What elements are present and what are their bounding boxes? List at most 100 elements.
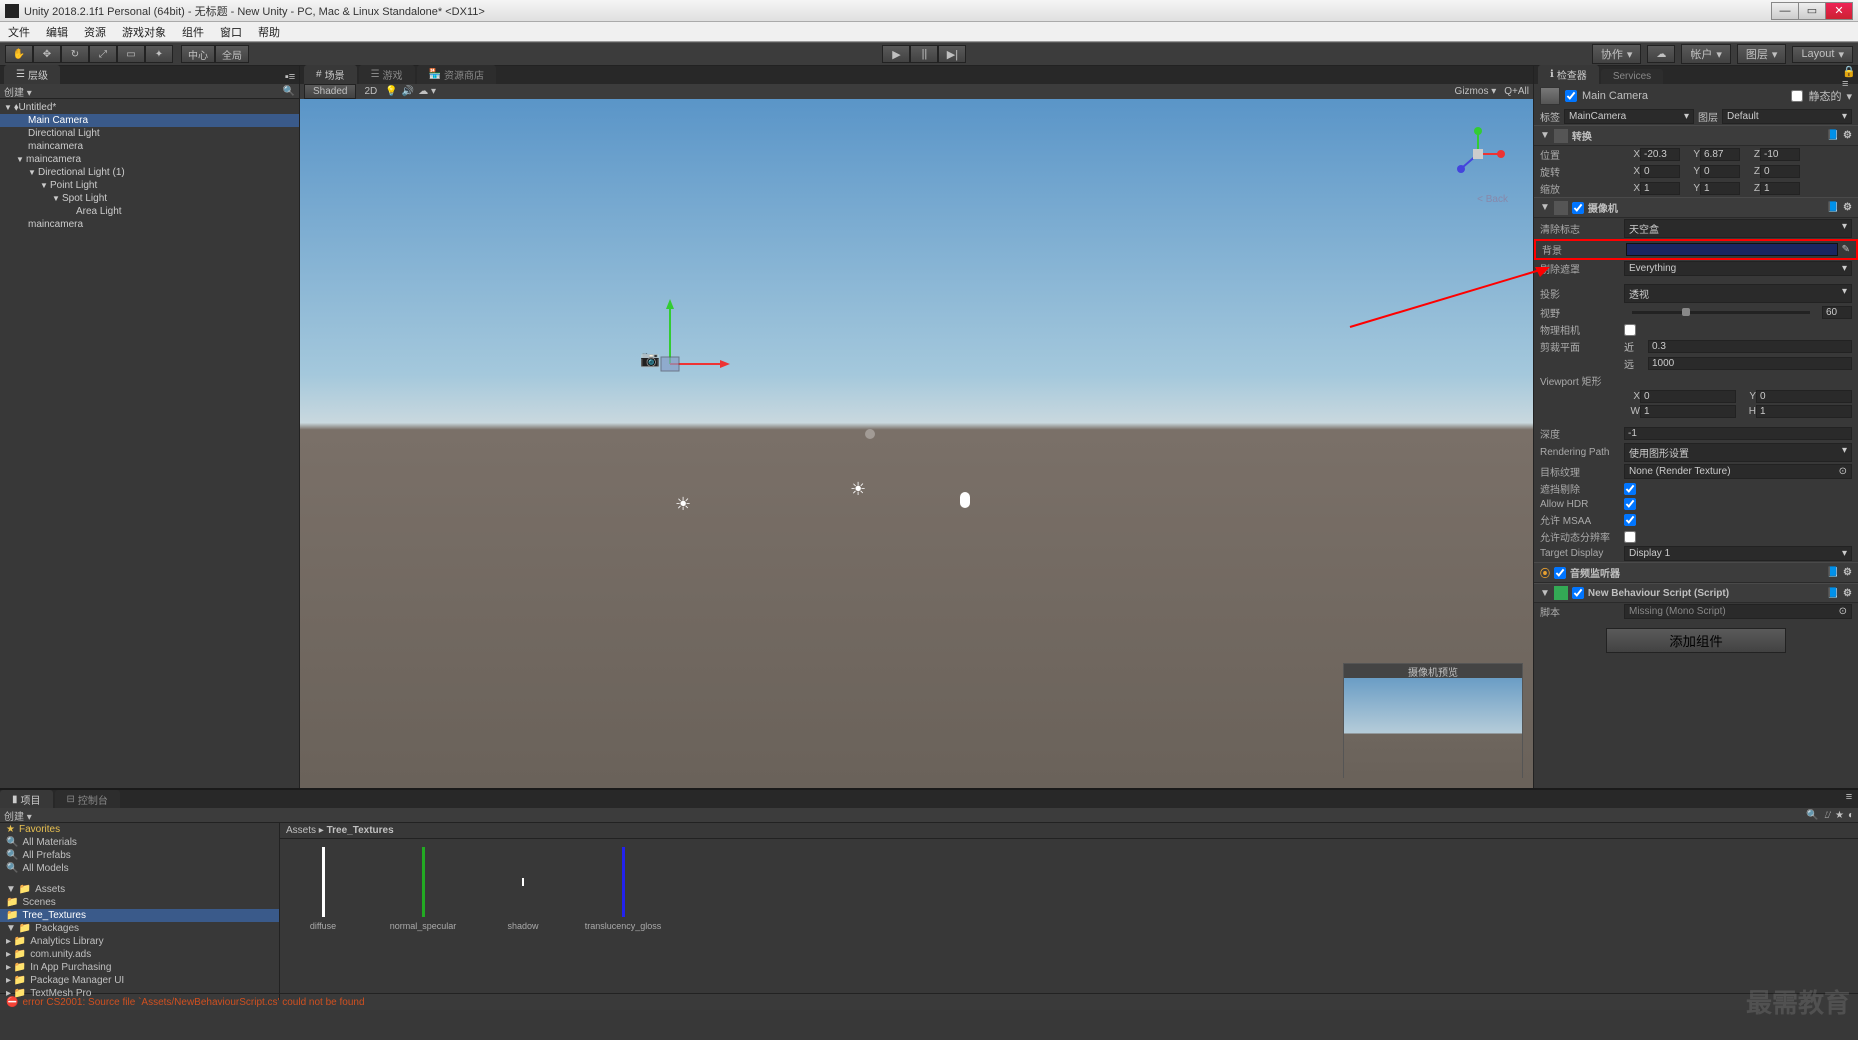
gear-icon[interactable]: ⚙ xyxy=(1843,130,1852,141)
filter-icon[interactable]: ⌰ xyxy=(1824,810,1831,821)
background-color-field[interactable] xyxy=(1626,243,1838,256)
help-icon[interactable]: 📘 xyxy=(1827,130,1839,141)
pos-x-input[interactable] xyxy=(1640,148,1680,161)
lock-icon[interactable]: 🔒≡ xyxy=(1842,70,1856,84)
layer-dropdown[interactable]: Default▾ xyxy=(1722,109,1852,124)
far-clip-input[interactable] xyxy=(1648,357,1852,370)
pause-button[interactable]: || xyxy=(910,45,938,63)
script-field[interactable]: Missing (Mono Script)⊙ xyxy=(1624,604,1852,619)
script-enabled-checkbox[interactable] xyxy=(1572,587,1584,599)
scale-x-input[interactable] xyxy=(1640,182,1680,195)
create-dropdown[interactable]: 创建 ▾ xyxy=(4,84,32,99)
menu-gameobject[interactable]: 游戏对象 xyxy=(114,24,174,40)
folder-item[interactable]: ▸ 📁 Analytics Library xyxy=(0,935,279,948)
create-dropdown[interactable]: 创建 ▾ xyxy=(4,808,32,823)
eyedropper-icon[interactable]: ✎ xyxy=(1842,244,1850,255)
script-component-header[interactable]: ▼ New Behaviour Script (Script) 📘⚙ xyxy=(1534,583,1858,603)
audio-toggle-icon[interactable]: 🔊 xyxy=(402,86,414,97)
favorite-icon[interactable]: ★ xyxy=(1835,810,1844,821)
pivot-toggle[interactable]: 中心 xyxy=(181,45,215,63)
occlusion-checkbox[interactable] xyxy=(1624,483,1636,495)
transform-component-header[interactable]: ▼ 转换 📘⚙ xyxy=(1534,125,1858,146)
rendering-path-dropdown[interactable]: 使用图形设置▾ xyxy=(1624,443,1852,462)
favorites-header[interactable]: ★ Favorites xyxy=(0,823,279,836)
rect-tool-button[interactable]: ▭ xyxy=(117,45,145,63)
step-button[interactable]: ▶| xyxy=(938,45,966,63)
panel-menu-icon[interactable]: ▪≡ xyxy=(283,70,297,84)
rot-z-input[interactable] xyxy=(1760,165,1800,178)
viewport-w-input[interactable] xyxy=(1640,405,1736,418)
scene-root[interactable]: ▼⬧ Untitled* xyxy=(0,101,299,114)
space-toggle[interactable]: 全局 xyxy=(215,45,249,63)
scene-viewport[interactable]: 📷 ☀ ☀ < Back 摄像机预览 xyxy=(300,99,1533,788)
error-message[interactable]: error CS2001: Source file `Assets/NewBeh… xyxy=(22,997,364,1008)
help-icon[interactable]: 📘 xyxy=(1827,567,1839,578)
favorite-item[interactable]: 🔍 All Materials xyxy=(0,836,279,849)
search-icon[interactable]: 🔍 xyxy=(1806,810,1818,821)
target-texture-field[interactable]: None (Render Texture)⊙ xyxy=(1624,464,1852,479)
menu-file[interactable]: 文件 xyxy=(0,24,38,40)
services-tab[interactable]: Services xyxy=(1601,69,1663,84)
2d-toggle[interactable]: 2D xyxy=(364,86,377,97)
minimize-button[interactable]: — xyxy=(1771,2,1799,20)
folder-item[interactable]: 📁 Tree_Textures xyxy=(0,909,279,922)
tag-dropdown[interactable]: MainCamera▾ xyxy=(1564,109,1694,124)
rotate-tool-button[interactable]: ↻ xyxy=(61,45,89,63)
hierarchy-item[interactable]: maincamera xyxy=(0,218,299,231)
tab-project[interactable]: ▮ 项目 xyxy=(0,790,53,808)
light-toggle-icon[interactable]: 💡 xyxy=(385,86,397,97)
asset-item[interactable]: translucency_gloss xyxy=(588,847,658,931)
breadcrumb[interactable]: Assets ▸ Tree_Textures xyxy=(280,823,1858,839)
viewport-y-input[interactable] xyxy=(1756,390,1852,403)
near-clip-input[interactable] xyxy=(1648,340,1852,353)
fov-slider[interactable] xyxy=(1632,311,1810,314)
favorite-item[interactable]: 🔍 All Models xyxy=(0,862,279,875)
hierarchy-item[interactable]: Area Light xyxy=(0,205,299,218)
maximize-button[interactable]: ▭ xyxy=(1798,2,1826,20)
folder-item[interactable]: 📁 Scenes xyxy=(0,896,279,909)
hierarchy-item[interactable]: maincamera xyxy=(0,140,299,153)
pos-y-input[interactable] xyxy=(1700,148,1740,161)
gameobject-icon[interactable] xyxy=(1540,87,1560,105)
gameobject-name-field[interactable]: Main Camera xyxy=(1582,90,1786,102)
help-icon[interactable]: 📘 xyxy=(1827,202,1839,213)
fx-toggle-icon[interactable]: ☁ ▾ xyxy=(418,86,436,97)
scale-z-input[interactable] xyxy=(1760,182,1800,195)
tab-console[interactable]: ⊟ 控制台 xyxy=(55,790,120,808)
fov-input[interactable] xyxy=(1822,306,1852,319)
transform-tool-button[interactable]: ✦ xyxy=(145,45,173,63)
hierarchy-tab[interactable]: ☰ 层级 xyxy=(4,65,60,84)
projection-dropdown[interactable]: 透视▾ xyxy=(1624,284,1852,303)
shaded-dropdown[interactable]: Shaded xyxy=(304,84,356,99)
pos-z-input[interactable] xyxy=(1760,148,1800,161)
asset-item[interactable]: shadow xyxy=(488,847,558,931)
msaa-checkbox[interactable] xyxy=(1624,514,1636,526)
hierarchy-item[interactable]: ▼Spot Light xyxy=(0,192,299,205)
active-checkbox[interactable] xyxy=(1565,90,1577,102)
clear-flags-dropdown[interactable]: 天空盒▾ xyxy=(1624,219,1852,238)
inspector-tab[interactable]: ℹ 检查器 xyxy=(1538,65,1599,84)
hierarchy-item[interactable]: Main Camera xyxy=(0,114,299,127)
layout-dropdown[interactable]: Layout ▾ xyxy=(1792,46,1853,63)
hierarchy-item[interactable]: ▼maincamera xyxy=(0,153,299,166)
camera-component-header[interactable]: ▼ 摄像机 📘⚙ xyxy=(1534,197,1858,218)
culling-mask-dropdown[interactable]: Everything▾ xyxy=(1624,261,1852,276)
help-icon[interactable]: 📘 xyxy=(1827,588,1839,599)
folder-item[interactable]: ▸ 📁 com.unity.ads xyxy=(0,948,279,961)
folder-item[interactable]: ▸ 📁 In App Purchasing xyxy=(0,961,279,974)
collab-dropdown[interactable]: 协作 ▾ xyxy=(1592,44,1642,64)
play-button[interactable]: ▶ xyxy=(882,45,910,63)
scale-y-input[interactable] xyxy=(1700,182,1740,195)
rot-x-input[interactable] xyxy=(1640,165,1680,178)
add-component-button[interactable]: 添加组件 xyxy=(1606,628,1786,653)
menu-assets[interactable]: 资源 xyxy=(76,24,114,40)
audio-listener-checkbox[interactable] xyxy=(1554,567,1566,579)
back-link[interactable]: < Back xyxy=(1477,194,1508,205)
hand-tool-button[interactable]: ✋ xyxy=(5,45,33,63)
tab-assetstore[interactable]: 🏪 资源商店 xyxy=(417,65,496,84)
gear-icon[interactable]: ⚙ xyxy=(1843,202,1852,213)
scene-search[interactable]: Q+All xyxy=(1504,86,1529,97)
gear-icon[interactable]: ⚙ xyxy=(1843,588,1852,599)
static-checkbox[interactable] xyxy=(1791,90,1803,102)
layers-dropdown[interactable]: 图层 ▾ xyxy=(1737,44,1787,64)
